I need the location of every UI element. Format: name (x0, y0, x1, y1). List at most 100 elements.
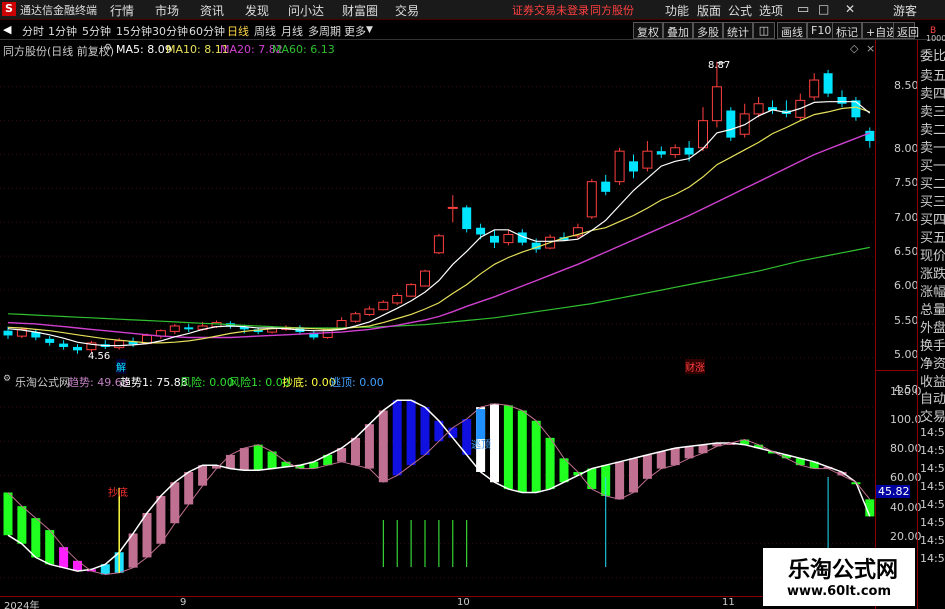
quote-label[interactable]: 卖五 (920, 65, 945, 84)
trend-bar (629, 458, 638, 493)
current-indicator-value: 45.82 (876, 485, 910, 498)
low-price-label: 4.56 (88, 351, 111, 362)
menu-item-ask[interactable]: 问小达 (288, 2, 324, 19)
tab-timeshare[interactable]: 分时 (22, 23, 44, 39)
quote-label[interactable]: 买一 (920, 155, 945, 174)
statistics-button[interactable]: 统计 (723, 22, 753, 39)
quote-label[interactable]: 外盘 (920, 317, 945, 336)
back-button[interactable]: 返回 (893, 22, 919, 39)
menu-item-market[interactable]: 市场 (155, 2, 179, 19)
quote-label[interactable]: 现价 (920, 245, 945, 264)
diamond-icon[interactable]: ◇ (850, 42, 858, 55)
panel-close-icon[interactable]: × (866, 42, 875, 55)
quote-label[interactable]: 买四 (920, 209, 945, 228)
menu-item-formula[interactable]: 公式 (728, 2, 752, 19)
quote-label[interactable]: 涨幅 (920, 281, 945, 300)
quote-label[interactable]: 卖二 (920, 119, 945, 138)
menu-item-discover[interactable]: 发现 (245, 2, 269, 19)
indicator-gear-icon[interactable]: ⚙ (3, 374, 11, 384)
small-window-button[interactable]: ◫ (753, 22, 775, 39)
trend-bar (420, 407, 430, 455)
x-tick: 11 (722, 597, 735, 608)
quote-label[interactable]: 总量 (920, 299, 945, 318)
menu-item-function[interactable]: 功能 (665, 2, 689, 19)
quote-label[interactable]: 涨跌 (920, 263, 945, 282)
y-tick: 7.50 (894, 176, 919, 189)
menu-item-layout[interactable]: 版面 (697, 2, 721, 19)
multi-stock-button[interactable]: 多股 (693, 22, 723, 39)
quote-label[interactable]: 卖四 (920, 83, 945, 102)
overlay-button[interactable]: 叠加 (663, 22, 693, 39)
quote-label[interactable]: 卖三 (920, 101, 945, 120)
tab-more[interactable]: 更多 (344, 23, 366, 39)
adjust-button[interactable]: 复权 (633, 22, 663, 39)
candle-body (490, 235, 499, 243)
x-tick: 2024年 (4, 601, 40, 609)
trend-bar (351, 437, 360, 466)
trend-bar (253, 444, 263, 471)
more-arrow-icon[interactable]: ▼ (366, 25, 373, 35)
quote-label[interactable]: 卖一 (920, 137, 945, 156)
escape-signal-bar (476, 409, 486, 440)
quote-label[interactable]: 买五 (920, 227, 945, 246)
quote-label[interactable]: 买二 (920, 173, 945, 192)
tf-left-arrow-icon[interactable]: ◀ (3, 23, 11, 36)
tab-daily[interactable]: 日线 (227, 23, 249, 39)
quote-label[interactable]: 委比 (920, 45, 945, 64)
menu-item-trade[interactable]: 交易 (395, 2, 419, 19)
candle-body (392, 294, 403, 304)
tab-30min[interactable]: 30分钟 (152, 23, 188, 39)
quote-side-panel: B 1000 委比 卖五 卖四 卖三 卖二 卖一 买一 买二 买三 买四 买五 … (917, 26, 945, 609)
ma-info-bar: 同方股份(日线 前复权) ⚙ MA5: 8.09 MA10: 8.11 MA20… (0, 41, 900, 58)
quote-label[interactable]: 买三 (920, 191, 945, 210)
candle-body (447, 206, 458, 209)
menu-item-wealth[interactable]: 财富圈 (342, 2, 378, 19)
timeframe-bar: ◀ 分时 1分钟 5分钟 15分钟 30分钟 60分钟 日线 周线 月线 多周期… (0, 21, 945, 40)
menu-item-quotes[interactable]: 行情 (110, 2, 134, 19)
watermark-name: 乐淘公式网 (788, 558, 899, 583)
trend-bar (3, 492, 13, 536)
app-title: 通达信金融终端 (20, 4, 97, 17)
candle-body (3, 330, 13, 336)
tab-60min[interactable]: 60分钟 (189, 23, 225, 39)
candle-body (711, 86, 722, 122)
x-tick: 10 (457, 597, 470, 608)
tab-weekly[interactable]: 周线 (254, 23, 276, 39)
indicator-chart[interactable] (0, 390, 875, 595)
auto-trade-label[interactable]: 自动 (920, 388, 945, 407)
tab-monthly[interactable]: 月线 (281, 23, 303, 39)
candle-body (753, 103, 764, 115)
candle-body (823, 73, 833, 94)
menu-item-options[interactable]: 选项 (759, 2, 783, 19)
guest-label[interactable]: 游客 (893, 2, 917, 19)
auto-trade-label[interactable]: 交易 (920, 406, 945, 425)
candle-body (629, 161, 638, 172)
trend-bar (364, 424, 374, 469)
quote-label[interactable]: 换手 (920, 335, 945, 354)
trade-time: 14:56 (920, 498, 945, 511)
trend-bar (378, 410, 388, 483)
candle-body (865, 130, 875, 142)
menu-item-news[interactable]: 资讯 (200, 2, 224, 19)
y-tick: 5.50 (894, 314, 919, 327)
settings-gear-icon[interactable]: ⚙ (104, 43, 112, 53)
tab-15min[interactable]: 15分钟 (116, 23, 152, 39)
tab-1min[interactable]: 1分钟 (48, 23, 77, 39)
tab-5min[interactable]: 5分钟 (82, 23, 111, 39)
trend-bar (239, 448, 249, 471)
app-logo: S (2, 2, 16, 16)
draw-line-button[interactable]: 画线 (777, 22, 807, 39)
quote-label[interactable]: 净资 (920, 353, 945, 372)
tab-multi-period[interactable]: 多周期 (308, 23, 341, 39)
mark-button[interactable]: 标记 (832, 22, 862, 39)
login-notice[interactable]: 证券交易未登录 (512, 2, 589, 18)
candle-body (586, 181, 597, 218)
restore-icon[interactable]: □ (818, 2, 829, 16)
candle-body (614, 150, 625, 183)
watermark-url: www.60lt.com (787, 584, 892, 599)
indicator-name[interactable]: 乐淘公式网 (15, 374, 70, 390)
close-icon[interactable]: ✕ (845, 2, 855, 16)
candlestick-chart[interactable] (0, 57, 875, 370)
trend-bar (406, 400, 416, 466)
minimize-icon[interactable]: ▭ (797, 2, 809, 17)
